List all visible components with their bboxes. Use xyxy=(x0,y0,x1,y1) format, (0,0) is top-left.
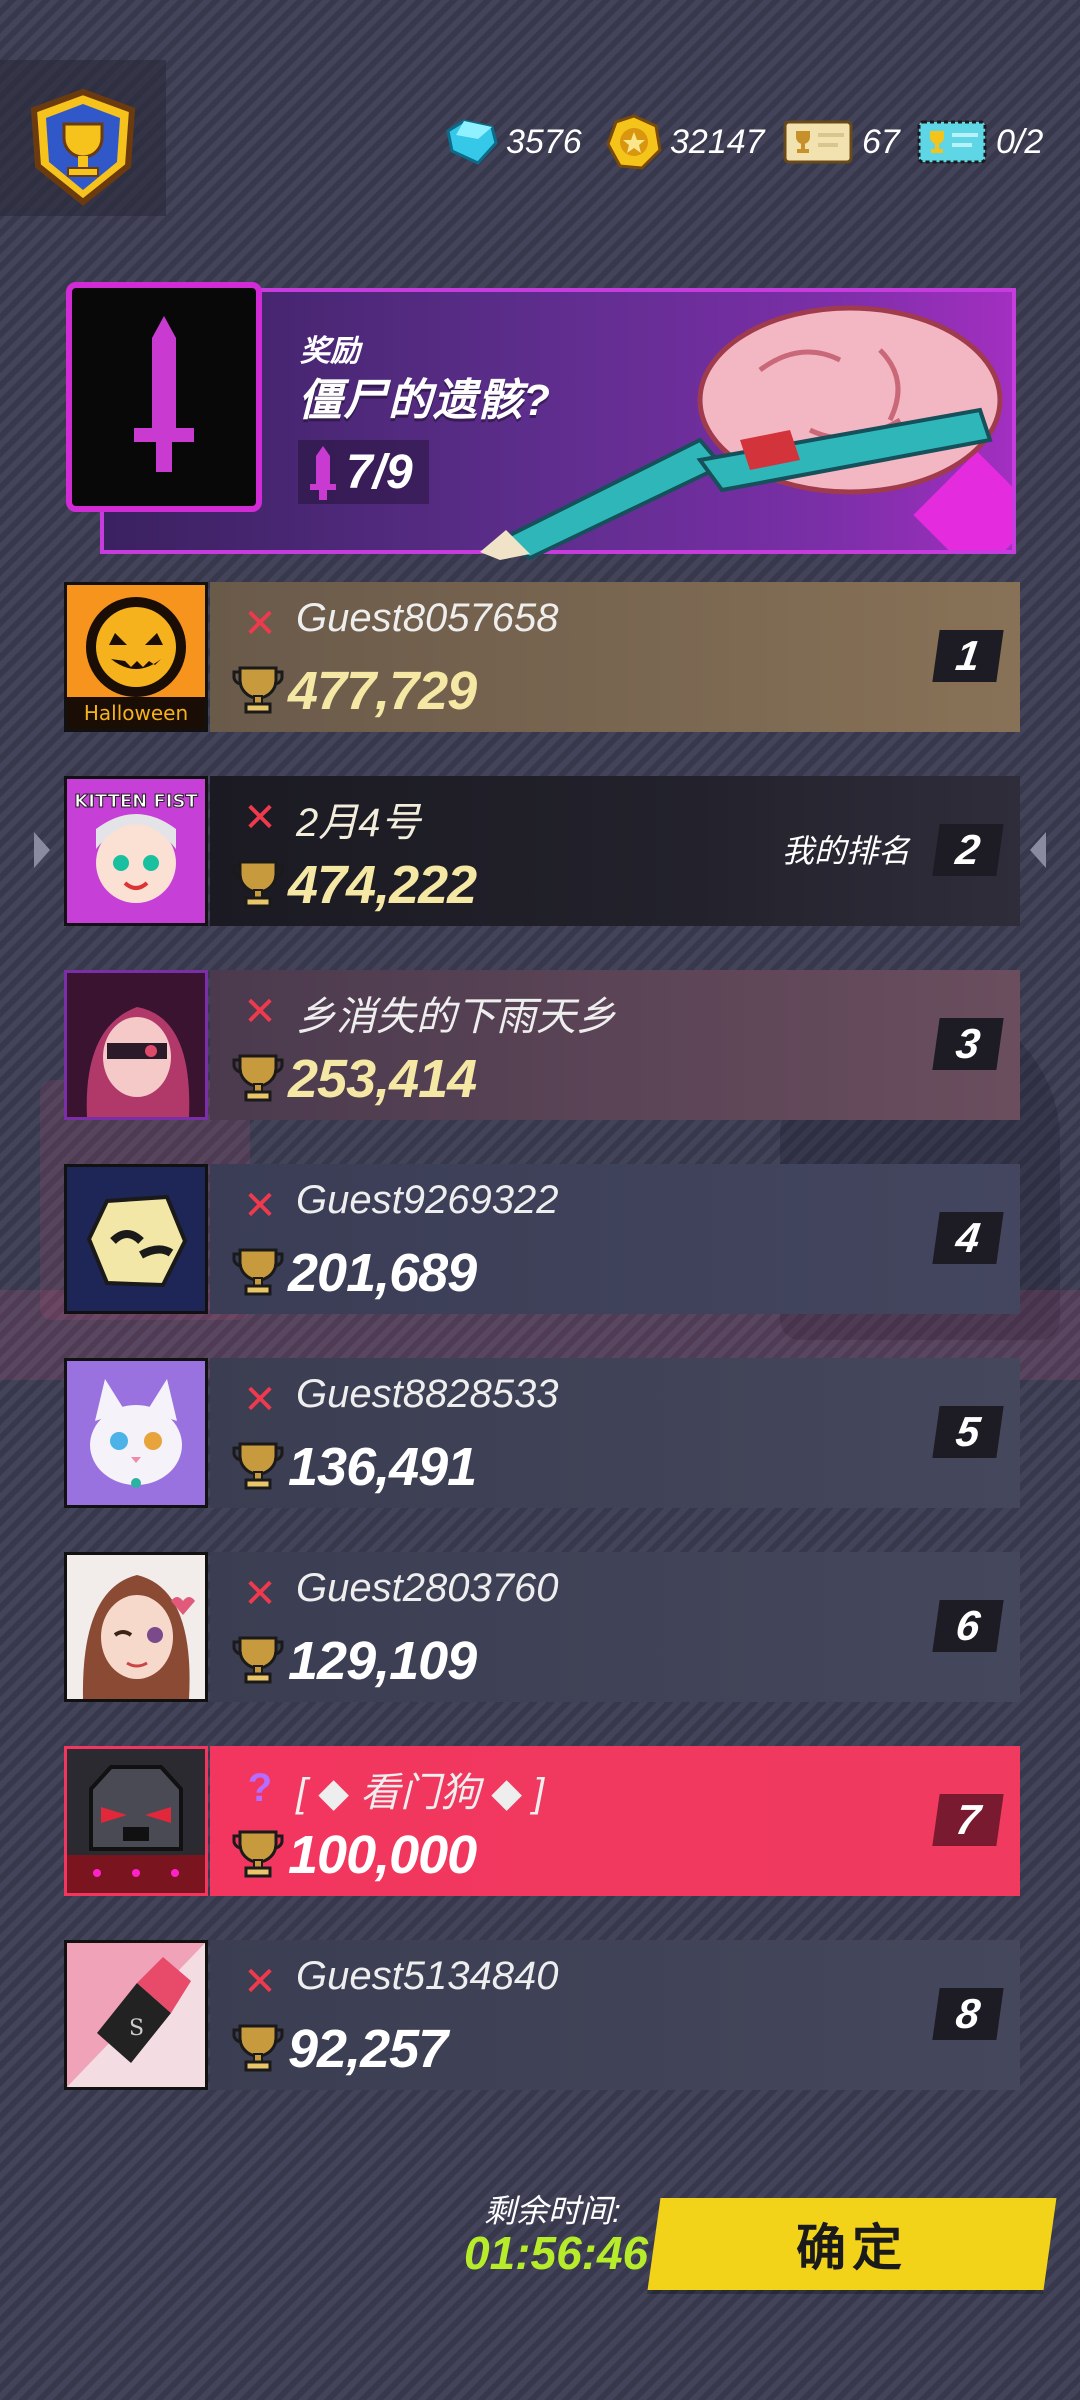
left-arrow-icon[interactable] xyxy=(34,832,50,868)
avatar-text: Halloween xyxy=(84,701,188,725)
trophy-badge-icon xyxy=(30,88,136,206)
rank-badge: 6 xyxy=(932,1600,1004,1652)
player-score: 92,257 xyxy=(288,2019,448,2079)
player-score: 474,222 xyxy=(288,855,477,915)
player-avatar[interactable]: Halloween xyxy=(64,582,208,732)
gem-counter[interactable]: 3576 xyxy=(442,112,582,172)
avatar-text: KITTEN FIST xyxy=(74,791,198,812)
player-avatar[interactable] xyxy=(64,1358,208,1508)
remove-icon: ✕ xyxy=(243,1572,277,1616)
leaderboard-row[interactable]: S ✕ Guest5134840 92,257 8 xyxy=(64,1940,1020,2090)
rank-badge: 4 xyxy=(932,1212,1004,1264)
trophy-cup-icon xyxy=(232,2024,284,2072)
leaderboard-row[interactable]: ✕ Guest9269322 201,689 4 xyxy=(64,1164,1020,1314)
confirm-button[interactable]: 确定 xyxy=(647,2198,1057,2290)
gem-count: 3576 xyxy=(506,122,582,161)
progress-sword-icon xyxy=(310,446,336,500)
leaderboard-row[interactable]: KITTEN FIST ✕ 2月4号 474,222 2 我的排名 xyxy=(64,776,1020,926)
player-avatar[interactable] xyxy=(64,1164,208,1314)
trophy-cup-icon xyxy=(232,666,284,714)
remove-icon: ✕ xyxy=(243,796,277,840)
leaderboard-row[interactable]: ✕ Guest8828533 136,491 5 xyxy=(64,1358,1020,1508)
trophy-cup-icon xyxy=(232,1442,284,1490)
gold-ticket-icon xyxy=(783,120,853,164)
player-score: 477,729 xyxy=(288,661,477,721)
trophy-cup-icon xyxy=(232,1248,284,1296)
player-avatar[interactable]: S xyxy=(64,1940,208,2090)
trophy-cup-icon xyxy=(232,1054,284,1102)
rank-badge: 3 xyxy=(932,1018,1004,1070)
purple-sword-icon xyxy=(134,316,194,472)
remove-icon: ✕ xyxy=(243,1184,277,1228)
player-avatar[interactable] xyxy=(64,1552,208,1702)
gem-icon xyxy=(446,119,498,165)
player-avatar[interactable] xyxy=(64,1746,208,1896)
right-arrow-icon[interactable] xyxy=(1030,832,1046,868)
player-score: 253,414 xyxy=(288,1049,477,1109)
player-name: [ ◆ 看门狗 ◆ ] xyxy=(296,1771,545,1815)
top-bar: 3576 32147 67 0/2 xyxy=(0,0,1080,216)
gold-ticket-count: 67 xyxy=(862,122,900,161)
remove-icon: ✕ xyxy=(243,1378,277,1422)
leaderboard-row[interactable]: ✕ Guest2803760 129,109 6 xyxy=(64,1552,1020,1702)
remove-icon: ✕ xyxy=(243,602,277,646)
player-avatar[interactable]: KITTEN FIST xyxy=(64,776,208,926)
leaderboard-row[interactable]: ✕ 乡消失的下雨天乡 253,414 3 xyxy=(64,970,1020,1120)
blue-ticket-count: 0/2 xyxy=(996,122,1044,161)
rank-badge: 1 xyxy=(932,630,1004,682)
player-score: 129,109 xyxy=(288,1631,477,1691)
leaderboard-row[interactable]: ? [ ◆ 看门狗 ◆ ] 100,000 7 xyxy=(64,1746,1020,1896)
trophy-cup-icon xyxy=(232,860,284,908)
remove-icon: ✕ xyxy=(243,990,277,1034)
leaderboard-row[interactable]: Halloween ✕ Guest8057658 477,729 1 xyxy=(64,582,1020,732)
rank-badge: 8 xyxy=(932,1988,1004,2040)
player-name: Guest8828533 xyxy=(296,1372,559,1416)
remaining-time-value: 01:56:46 xyxy=(464,2227,649,2279)
blue-ticket-counter[interactable]: 0/2 xyxy=(916,112,1043,172)
rank-badge: 7 xyxy=(932,1794,1004,1846)
reward-icon-box[interactable] xyxy=(66,282,262,512)
confirm-button-label: 确定 xyxy=(796,2220,908,2276)
rank-badge: 5 xyxy=(932,1406,1004,1458)
gold-ticket-counter[interactable]: 67 xyxy=(782,112,900,172)
reward-progress-text: 7/9 xyxy=(346,445,413,499)
trophy-badge-button[interactable] xyxy=(24,88,142,206)
player-score: 201,689 xyxy=(288,1243,477,1303)
blue-ticket-icon xyxy=(917,120,987,164)
player-name: Guest5134840 xyxy=(296,1954,559,1998)
reward-title: 僵尸的遗骸? xyxy=(298,376,551,425)
reward-progress: 7/9 xyxy=(298,440,429,504)
player-name: Guest8057658 xyxy=(296,596,559,640)
player-score: 100,000 xyxy=(288,1825,477,1885)
trophy-cup-icon xyxy=(232,1830,284,1878)
coin-count: 32147 xyxy=(670,122,765,161)
player-name: 乡消失的下雨天乡 xyxy=(296,995,616,1039)
svg-text:S: S xyxy=(129,2016,144,2041)
player-score: 136,491 xyxy=(288,1437,477,1497)
trophy-cup-icon xyxy=(232,1636,284,1684)
remove-icon: ✕ xyxy=(243,1960,277,2004)
coin-counter[interactable]: 32147 xyxy=(606,112,765,172)
coin-icon xyxy=(606,114,662,170)
player-name: 2月4号 xyxy=(296,801,421,845)
rank-badge: 2 xyxy=(932,824,1004,876)
player-avatar[interactable] xyxy=(64,970,208,1120)
player-name: Guest9269322 xyxy=(296,1178,559,1222)
my-rank-label: 我的排名 xyxy=(782,833,911,869)
unknown-status-icon: ? xyxy=(247,1766,273,1810)
player-name: Guest2803760 xyxy=(296,1566,559,1610)
